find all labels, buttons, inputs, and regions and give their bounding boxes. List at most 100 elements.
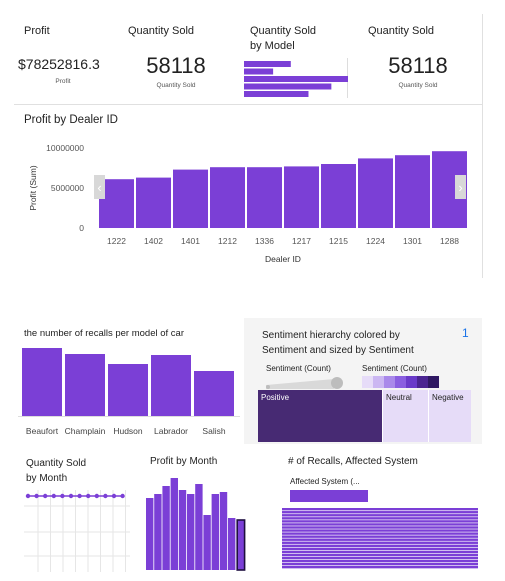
profit-month-bar[interactable] [162,486,170,570]
recalls-system-bar[interactable] [282,517,478,520]
dealer-chart-title: Profit by Dealer ID [24,114,118,126]
qty-month-point[interactable] [120,493,125,499]
recalls-bar-salish[interactable] [194,371,234,416]
profit-month-bar[interactable] [195,484,203,570]
recalls-bar-labrador[interactable] [151,355,191,416]
kpi-profit-title: Profit [24,25,50,37]
treemap-positive[interactable]: Positive [258,390,382,442]
sentiment-title-line1: Sentiment hierarchy colored by [262,330,400,341]
profit-month-bar[interactable] [154,494,162,570]
recalls-system-bar[interactable] [282,508,478,511]
size-legend-dot [266,385,270,389]
sentiment-treemap[interactable]: Positive Neutral Negative [256,390,471,442]
qty-month-point[interactable] [77,493,82,499]
recalls-system-bar[interactable] [282,541,478,544]
sentiment-color-legend-label: Sentiment (Count) [362,364,427,373]
dealer-xtick-label: 1224 [366,236,385,246]
qty-month-point[interactable] [60,493,65,499]
dealer-bar-1224[interactable] [358,158,393,228]
dealer-xtick-label: 1212 [218,236,237,246]
qty-month-point[interactable] [86,493,91,499]
qty-month-point[interactable] [34,493,39,499]
profit-month-bar[interactable] [146,498,154,570]
qty-model-bar[interactable] [244,83,332,90]
dealer-ylabel: Profit (Sum) [28,165,38,211]
qty-month-point[interactable] [111,493,117,499]
dealer-xtick-label: 1217 [292,236,311,246]
recalls-system-legend-swatch [290,490,368,502]
qty-by-model-chart[interactable] [240,58,352,98]
dealer-bar-1401[interactable] [173,169,208,228]
profit-month-bar-selected[interactable] [236,519,246,571]
qty-by-model-title-line1: Quantity Sold [250,25,317,37]
dealer-bar-1217[interactable] [284,166,319,228]
profit-month-bar[interactable] [211,494,219,570]
recalls-system-bar[interactable] [282,562,478,566]
qty-month-chart[interactable] [24,486,134,576]
kpi-qty2-value: 58118 [388,53,448,78]
profit-month-bar[interactable] [178,490,187,570]
recalls-system-bar[interactable] [282,529,478,532]
dealer-chart[interactable]: 10000000 5000000 0 Profit (Sum) 1222 1402 1401… [14,136,484,276]
recalls-xtick-label: Labrador [154,426,188,436]
recalls-system-bar[interactable] [282,547,478,551]
sentiment-title: Sentiment hierarchy colored by Sentiment… [262,328,414,358]
qty-month-point[interactable] [68,493,74,499]
recalls-system-bar[interactable] [282,538,478,541]
kpi-qty-caption: Quantity Sold [156,82,196,89]
profit-month-bar[interactable] [170,478,178,570]
profit-month-bar[interactable] [228,518,236,570]
profit-month-chart[interactable] [142,470,272,574]
sentiment-badge[interactable]: 1 [462,326,469,340]
profit-month-bar[interactable] [203,515,211,570]
recalls-system-bar[interactable] [282,550,478,554]
recalls-system-bar[interactable] [282,532,478,535]
color-legend-swatch [428,376,439,388]
treemap-neutral-label: Neutral [386,393,412,402]
recalls-bar-champlain[interactable] [65,354,105,416]
recalls-system-bar[interactable] [282,556,478,560]
recalls-bar-beaufort[interactable] [22,348,62,416]
recalls-bar-hudson[interactable] [108,364,148,416]
recalls-system-chart[interactable] [282,508,478,570]
profit-month-bar[interactable] [219,492,228,570]
chevron-right-icon: › [458,180,462,195]
kpi-qty-title: Quantity Sold [128,25,195,37]
treemap-negative[interactable]: Negative [428,390,471,442]
treemap-positive-label: Positive [261,393,290,402]
qty-month-point[interactable] [25,493,31,499]
dealer-xtick-label: 1402 [144,236,163,246]
treemap-negative-label: Negative [432,393,464,402]
profit-month-bar[interactable] [187,494,195,570]
qty-model-bar[interactable] [244,76,348,82]
recalls-system-bar[interactable] [282,514,478,517]
qty-model-bar[interactable] [244,61,291,67]
recalls-xtick-label: Salish [202,426,225,436]
dealer-bar-1402[interactable] [136,177,171,228]
dealer-bar-1215[interactable] [321,164,356,228]
qty-month-point[interactable] [51,493,56,499]
recalls-system-bar[interactable] [282,559,478,563]
qty-month-point[interactable] [43,493,48,499]
dealer-bar-1301[interactable] [395,155,430,228]
kpi-profit-value: $78252816.3 [18,56,100,72]
treemap-neutral[interactable]: Neutral [382,390,429,442]
recalls-system-bar[interactable] [282,535,478,538]
recalls-system-bar[interactable] [282,544,478,547]
dealer-bar-1212[interactable] [210,167,245,228]
recalls-system-bar[interactable] [282,565,478,569]
dealer-xtick-label: 1222 [107,236,126,246]
recalls-system-bar[interactable] [282,520,478,523]
qty-model-bar[interactable] [244,68,274,75]
recalls-system-bar[interactable] [282,523,478,526]
qty-month-point[interactable] [94,493,100,499]
recalls-system-bar[interactable] [282,553,478,557]
qty-month-point[interactable] [103,493,108,499]
recalls-chart[interactable]: Beaufort Champlain Hudson Labrador Salish [18,340,240,440]
size-legend-wedge [266,379,334,389]
dealer-bar-1336[interactable] [247,167,282,228]
recalls-system-bar[interactable] [282,526,478,529]
recalls-system-bar[interactable] [282,511,478,514]
color-legend-swatch [406,376,417,388]
qty-model-bar[interactable] [244,91,309,97]
